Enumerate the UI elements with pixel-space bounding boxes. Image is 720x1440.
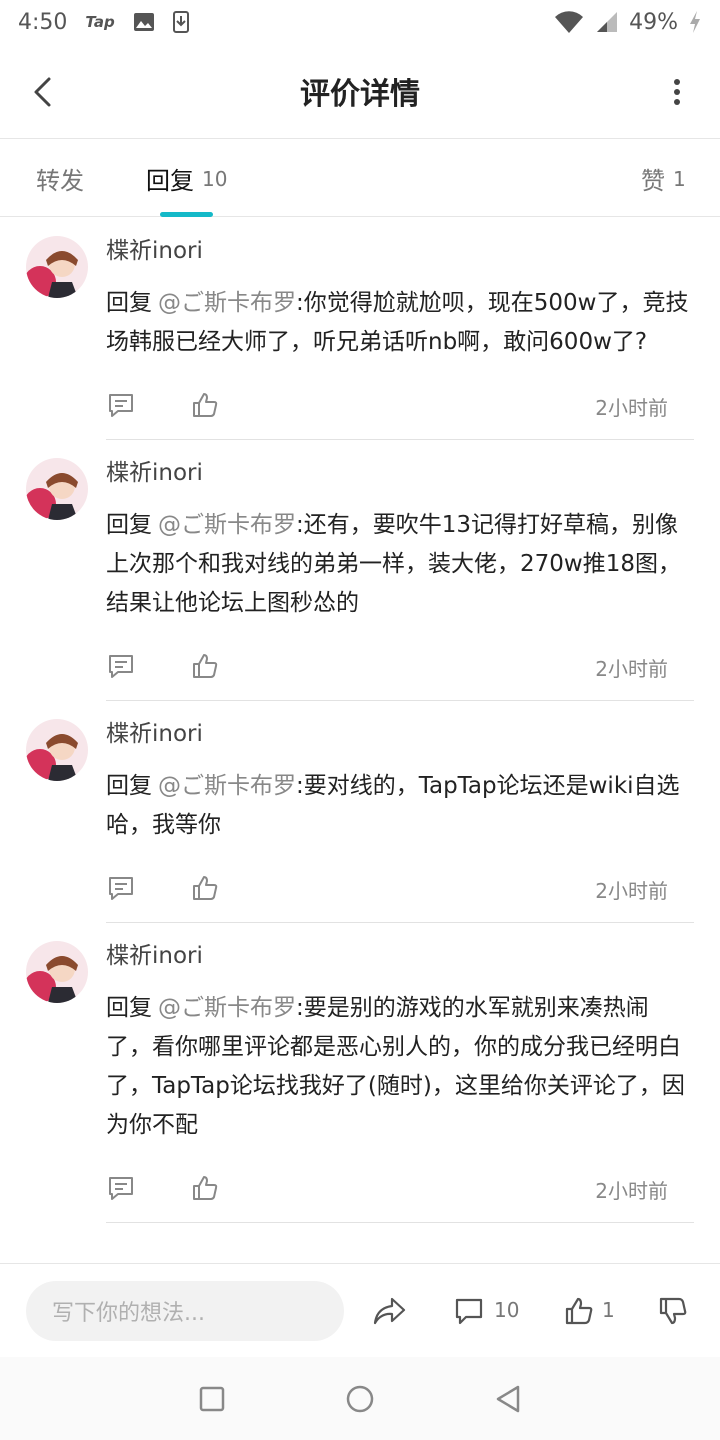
reply-content: 回复 @ご斯卡布罗:要是别的游戏的水军就别来凑热闹了，看你哪里评论都是恶心别人的，… [106, 989, 694, 1145]
reply-actions: 2小时前 [106, 376, 694, 440]
reply-item: 楪祈inori 回复 @ご斯卡布罗:还有，要吹牛13记得打好草稿，别像上次那个和我… [0, 440, 720, 701]
mention-link[interactable]: @ご斯卡布罗 [158, 290, 296, 316]
chevron-left-icon [34, 77, 51, 107]
more-options-button[interactable] [662, 72, 692, 112]
tab-forward-label: 转发 [36, 167, 84, 195]
back-button[interactable] [22, 72, 62, 112]
comment-icon[interactable] [106, 1173, 136, 1203]
download-notification-icon [172, 11, 189, 33]
tab-likes-count: 1 [673, 166, 686, 191]
comment-icon[interactable] [452, 1294, 486, 1328]
reply-actions: 2小时前 [106, 637, 694, 701]
comment-icon[interactable] [106, 390, 136, 420]
tab-replies[interactable]: 回复 10 [146, 140, 227, 217]
comment-input[interactable]: 写下你的想法... [26, 1281, 344, 1341]
tab-replies-label: 回复 [146, 167, 194, 195]
status-time: 4:50 [18, 9, 68, 35]
tab-bar: 转发 回复 10 赞 1 [0, 140, 720, 217]
status-left: 4:50 Tap [18, 10, 189, 35]
comment-icon[interactable] [106, 651, 136, 681]
avatar[interactable] [26, 236, 88, 298]
reply-time: 2小时前 [595, 879, 668, 903]
thumbs-up-icon[interactable] [190, 651, 220, 681]
status-right: 49% [553, 10, 702, 35]
username[interactable]: 楪祈inori [106, 218, 694, 276]
system-nav-bar [0, 1357, 720, 1440]
comment-count: 10 [494, 1298, 520, 1322]
wifi-icon [553, 10, 585, 34]
reply-actions: 2小时前 [106, 859, 694, 923]
reply-content: 回复 @ご斯卡布罗:要对线的，TapTap论坛还是wiki自选哈，我等你 [106, 767, 694, 845]
tab-likes[interactable]: 赞 1 [641, 140, 686, 217]
reply-actions: 2小时前 [106, 1159, 694, 1223]
tab-likes-label: 赞 [641, 167, 665, 195]
signal-icon [595, 10, 619, 34]
avatar[interactable] [26, 458, 88, 520]
reply-lead: 回复 [106, 773, 152, 799]
share-icon[interactable] [372, 1294, 406, 1328]
home-circle-icon[interactable] [344, 1383, 376, 1415]
page-title: 评价详情 [300, 77, 420, 112]
image-notification-icon [133, 12, 155, 32]
thumbs-up-icon[interactable] [190, 1173, 220, 1203]
mention-link[interactable]: @ご斯卡布罗 [158, 773, 296, 799]
app-header: 评价详情 [0, 44, 720, 139]
active-tab-indicator [160, 212, 213, 217]
reply-lead: 回复 [106, 290, 152, 316]
charging-icon [688, 10, 702, 34]
mention-link[interactable]: @ご斯卡布罗 [158, 512, 296, 538]
tab-forward[interactable]: 转发 [36, 140, 84, 217]
reply-lead: 回复 [106, 512, 152, 538]
comment-icon[interactable] [106, 873, 136, 903]
more-vertical-icon [674, 79, 680, 105]
thumbs-down-icon[interactable] [656, 1294, 690, 1328]
username[interactable]: 楪祈inori [106, 923, 694, 981]
reply-time: 2小时前 [595, 657, 668, 681]
like-count: 1 [602, 1298, 615, 1322]
avatar[interactable] [26, 719, 88, 781]
reply-content: 回复 @ご斯卡布罗:还有，要吹牛13记得打好草稿，别像上次那个和我对线的弟弟一样，… [106, 506, 694, 623]
battery-percent: 49% [629, 9, 678, 35]
reply-time: 2小时前 [595, 1179, 668, 1203]
status-bar: 4:50 Tap 49% [0, 0, 720, 44]
avatar[interactable] [26, 941, 88, 1003]
username[interactable]: 楪祈inori [106, 440, 694, 498]
recents-square-icon[interactable] [196, 1383, 228, 1415]
bottom-action-bar: 写下你的想法... 10 1 [0, 1263, 720, 1357]
reply-item: 楪祈inori 回复 @ご斯卡布罗:要是别的游戏的水军就别来凑热闹了，看你哪里评论… [0, 923, 720, 1223]
taptap-notification-icon: Tap [85, 13, 115, 31]
reply-time: 2小时前 [595, 396, 668, 420]
reply-content: 回复 @ご斯卡布罗:你觉得尬就尬呗，现在500w了，竞技场韩服已经大师了，听兄弟话… [106, 284, 694, 362]
reply-item: 楪祈inori 回复 @ご斯卡布罗:要对线的，TapTap论坛还是wiki自选哈，… [0, 701, 720, 923]
reply-lead: 回复 [106, 995, 152, 1021]
reply-list: 楪祈inori 回复 @ご斯卡布罗:你觉得尬就尬呗，现在500w了，竞技场韩服已经… [0, 218, 720, 1223]
reply-item: 楪祈inori 回复 @ご斯卡布罗:你觉得尬就尬呗，现在500w了，竞技场韩服已经… [0, 218, 720, 440]
back-triangle-icon[interactable] [492, 1383, 524, 1415]
mention-link[interactable]: @ご斯卡布罗 [158, 995, 296, 1021]
thumbs-up-icon[interactable] [190, 873, 220, 903]
username[interactable]: 楪祈inori [106, 701, 694, 759]
tab-replies-count: 10 [202, 166, 228, 191]
thumbs-up-icon[interactable] [562, 1294, 596, 1328]
thumbs-up-icon[interactable] [190, 390, 220, 420]
